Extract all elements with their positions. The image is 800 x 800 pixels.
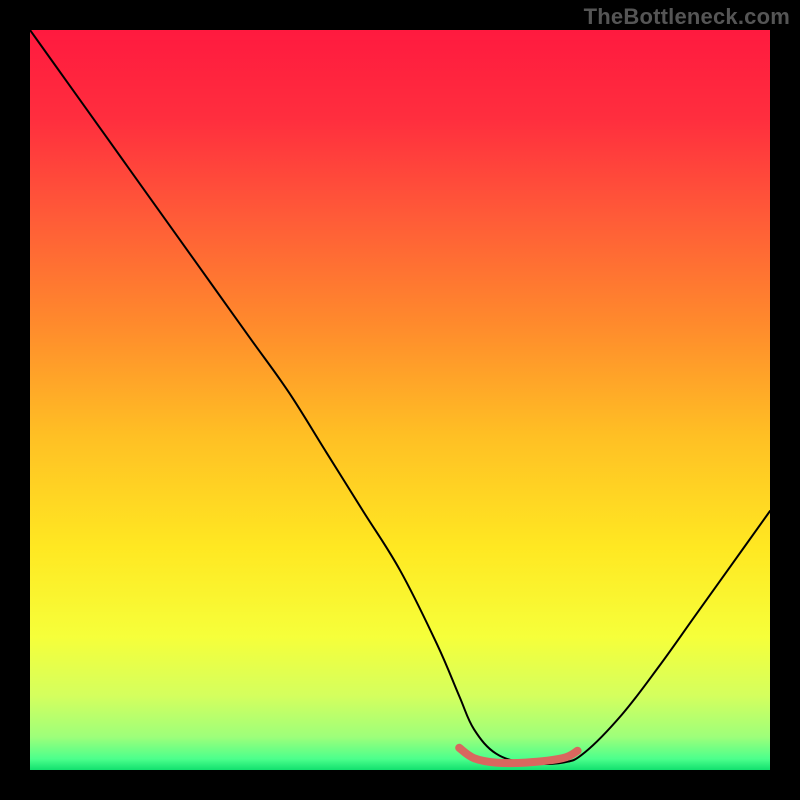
chart-svg xyxy=(30,30,770,770)
plot-area xyxy=(30,30,770,770)
gradient-background xyxy=(30,30,770,770)
watermark-text: TheBottleneck.com xyxy=(584,4,790,30)
chart-frame: TheBottleneck.com xyxy=(0,0,800,800)
